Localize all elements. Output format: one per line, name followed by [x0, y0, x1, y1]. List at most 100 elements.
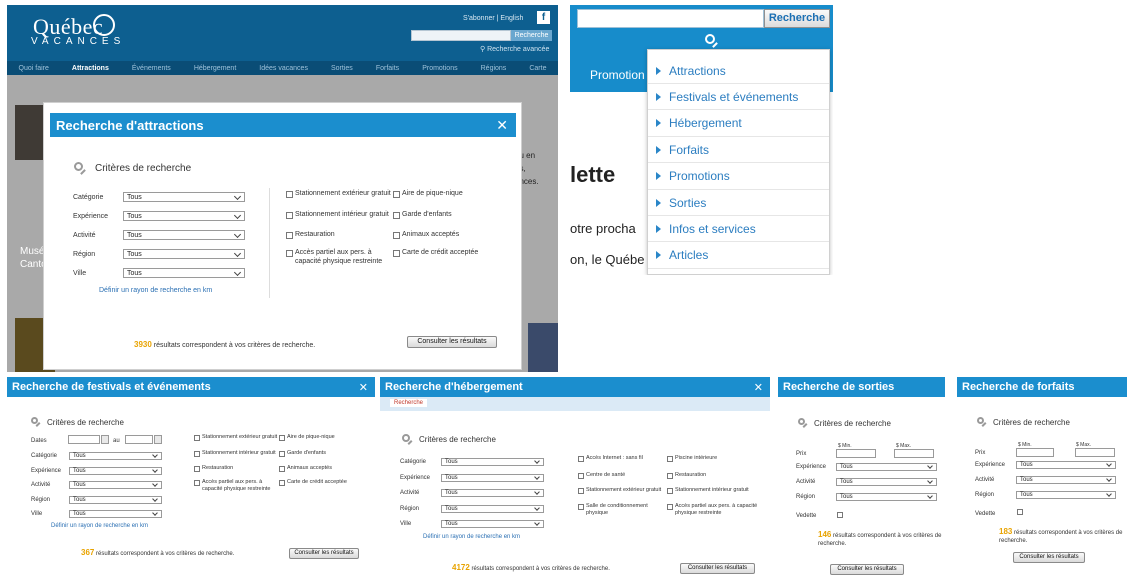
- checkbox-box[interactable]: [667, 504, 673, 510]
- nav-item-evenements[interactable]: Événements: [132, 65, 171, 72]
- nav-item-promotions[interactable]: Promotions: [422, 65, 457, 72]
- featured-checkbox[interactable]: [1017, 509, 1023, 515]
- menu-item-attractions[interactable]: Attractions: [648, 58, 829, 84]
- checkbox-box[interactable]: [578, 488, 584, 494]
- checkbox-acces-partiel-aux-pers-a-capacite-physiq[interactable]: Accès partiel aux pers. à capacité physi…: [286, 249, 394, 266]
- checkbox-carte-de-credit-acceptee[interactable]: Carte de crédit acceptée: [393, 249, 503, 258]
- checkbox-box[interactable]: [393, 191, 400, 198]
- checkbox-box[interactable]: [279, 451, 285, 457]
- checkbox-piscine-interieure[interactable]: Piscine intérieure: [667, 455, 762, 462]
- ville-select[interactable]: Tous: [123, 268, 245, 278]
- menu-item-promotions[interactable]: Promotions: [648, 164, 829, 190]
- checkbox-box[interactable]: [286, 212, 293, 219]
- categorie-select[interactable]: Tous: [123, 192, 245, 202]
- activite-select[interactable]: Tous: [69, 481, 162, 489]
- checkbox-acces-partiel-aux-pers-a-capacite-physiq[interactable]: Accès partiel aux pers. à capacité physi…: [194, 479, 280, 493]
- ville-select[interactable]: Tous: [441, 520, 544, 528]
- checkbox-aire-de-pique-nique[interactable]: Aire de pique-nique: [279, 434, 365, 441]
- tab-search[interactable]: Recherche: [390, 399, 428, 407]
- promotions-nav-item[interactable]: Promotion: [590, 68, 645, 82]
- checkbox-restauration[interactable]: Restauration: [667, 472, 762, 479]
- checkbox-box[interactable]: [194, 435, 200, 441]
- checkbox-stationnement-exterieur-gratuit[interactable]: Stationnement extérieur gratuit: [578, 487, 668, 494]
- header-search-input[interactable]: [411, 30, 511, 41]
- region-select[interactable]: Tous: [69, 495, 162, 504]
- view-results-button[interactable]: Consulter les résultats: [407, 336, 497, 348]
- view-results-button[interactable]: Consulter les résultats: [289, 548, 359, 559]
- calendar-icon[interactable]: [101, 435, 109, 444]
- checkbox-stationnement-exterieur-gratuit[interactable]: Stationnement extérieur gratuit: [194, 434, 280, 441]
- close-icon[interactable]: ✕: [359, 381, 368, 394]
- region-select[interactable]: Tous: [123, 249, 245, 259]
- checkbox-carte-de-credit-acceptee[interactable]: Carte de crédit acceptée: [279, 479, 365, 486]
- menu-item-infos-et-services[interactable]: Infos et services: [648, 216, 829, 243]
- nav-item-forfaits[interactable]: Forfaits: [376, 65, 399, 72]
- checkbox-box[interactable]: [286, 232, 293, 239]
- end-date-input[interactable]: [125, 435, 153, 444]
- nav-item-sorties[interactable]: Sorties: [331, 65, 353, 72]
- checkbox-box[interactable]: [279, 466, 285, 472]
- checkbox-garde-d-enfants[interactable]: Garde d'enfants: [393, 211, 503, 220]
- checkbox-box[interactable]: [393, 232, 400, 239]
- checkbox-stationnement-exterieur-gratuit[interactable]: Stationnement extérieur gratuit: [286, 190, 394, 199]
- checkbox-box[interactable]: [578, 504, 584, 510]
- search-button[interactable]: Recherche: [764, 9, 830, 28]
- region-select[interactable]: Tous: [836, 493, 937, 501]
- categorie-select[interactable]: Tous: [441, 458, 544, 466]
- checkbox-box[interactable]: [194, 480, 200, 486]
- checkbox-box[interactable]: [667, 488, 673, 494]
- checkbox-restauration[interactable]: Restauration: [286, 231, 394, 240]
- experience-select[interactable]: Tous: [836, 463, 937, 471]
- close-icon[interactable]: ✕: [754, 381, 763, 394]
- nav-item-hebergement[interactable]: Hébergement: [194, 65, 236, 72]
- activite-select[interactable]: Tous: [123, 230, 245, 240]
- max-price-input[interactable]: [894, 449, 934, 458]
- checkbox-acces-internet-sans-fil[interactable]: Accès Internet : sans fil: [578, 455, 668, 462]
- checkbox-box[interactable]: [393, 250, 400, 257]
- checkbox-stationnement-interieur-gratuit[interactable]: Stationnement intérieur gratuit: [286, 211, 394, 220]
- menu-item-articles[interactable]: Articles: [648, 243, 829, 269]
- menu-item-festivals-et-evenements[interactable]: Festivals et événements: [648, 84, 829, 111]
- ville-select[interactable]: Tous: [69, 510, 162, 518]
- nav-item-idees-vacances[interactable]: Idées vacances: [259, 65, 308, 72]
- menu-item-sorties[interactable]: Sorties: [648, 190, 829, 216]
- radius-link[interactable]: Définir un rayon de recherche en km: [423, 534, 520, 540]
- checkbox-stationnement-interieur-gratuit[interactable]: Stationnement intérieur gratuit: [667, 487, 762, 494]
- checkbox-box[interactable]: [286, 250, 293, 257]
- region-select[interactable]: Tous: [441, 504, 544, 513]
- categorie-select[interactable]: Tous: [69, 452, 162, 460]
- checkbox-animaux-acceptes[interactable]: Animaux acceptés: [279, 465, 365, 472]
- checkbox-box[interactable]: [578, 456, 584, 462]
- start-date-input[interactable]: [68, 435, 100, 444]
- checkbox-box[interactable]: [667, 473, 673, 479]
- checkbox-box[interactable]: [194, 466, 200, 472]
- min-price-input[interactable]: [836, 449, 876, 458]
- featured-checkbox[interactable]: [837, 512, 843, 518]
- experience-select[interactable]: Tous: [441, 473, 544, 482]
- min-price-input[interactable]: [1016, 448, 1054, 457]
- experience-select[interactable]: Tous: [1016, 461, 1116, 469]
- close-icon[interactable]: ✕: [496, 117, 508, 134]
- experience-select[interactable]: Tous: [123, 211, 245, 221]
- activite-select[interactable]: Tous: [441, 489, 544, 497]
- checkbox-salle-de-conditionnement-physique[interactable]: Salle de conditionnement physique: [578, 503, 668, 517]
- nav-item-carte[interactable]: Carte: [529, 65, 546, 72]
- radius-link[interactable]: Définir un rayon de recherche en km: [51, 523, 148, 529]
- nav-item-regions[interactable]: Régions: [481, 65, 507, 72]
- checkbox-centre-de-sante[interactable]: Centre de santé: [578, 472, 668, 479]
- menu-item-hebergement[interactable]: Hébergement: [648, 111, 829, 137]
- nav-item-attractions[interactable]: Attractions: [72, 65, 109, 72]
- checkbox-box[interactable]: [194, 451, 200, 457]
- checkbox-stationnement-interieur-gratuit[interactable]: Stationnement intérieur gratuit: [194, 450, 280, 457]
- advanced-search-link[interactable]: ⚲ Recherche avancée: [480, 45, 549, 53]
- facebook-icon[interactable]: f: [537, 11, 550, 24]
- checkbox-aire-de-pique-nique[interactable]: Aire de pique-nique: [393, 190, 503, 199]
- checkbox-box[interactable]: [286, 191, 293, 198]
- checkbox-garde-d-enfants[interactable]: Garde d'enfants: [279, 450, 365, 457]
- header-search-button[interactable]: Recherche: [511, 30, 552, 41]
- max-price-input[interactable]: [1075, 448, 1115, 457]
- checkbox-restauration[interactable]: Restauration: [194, 465, 280, 472]
- experience-select[interactable]: Tous: [69, 466, 162, 475]
- calendar-icon[interactable]: [154, 435, 162, 444]
- checkbox-box[interactable]: [667, 456, 673, 462]
